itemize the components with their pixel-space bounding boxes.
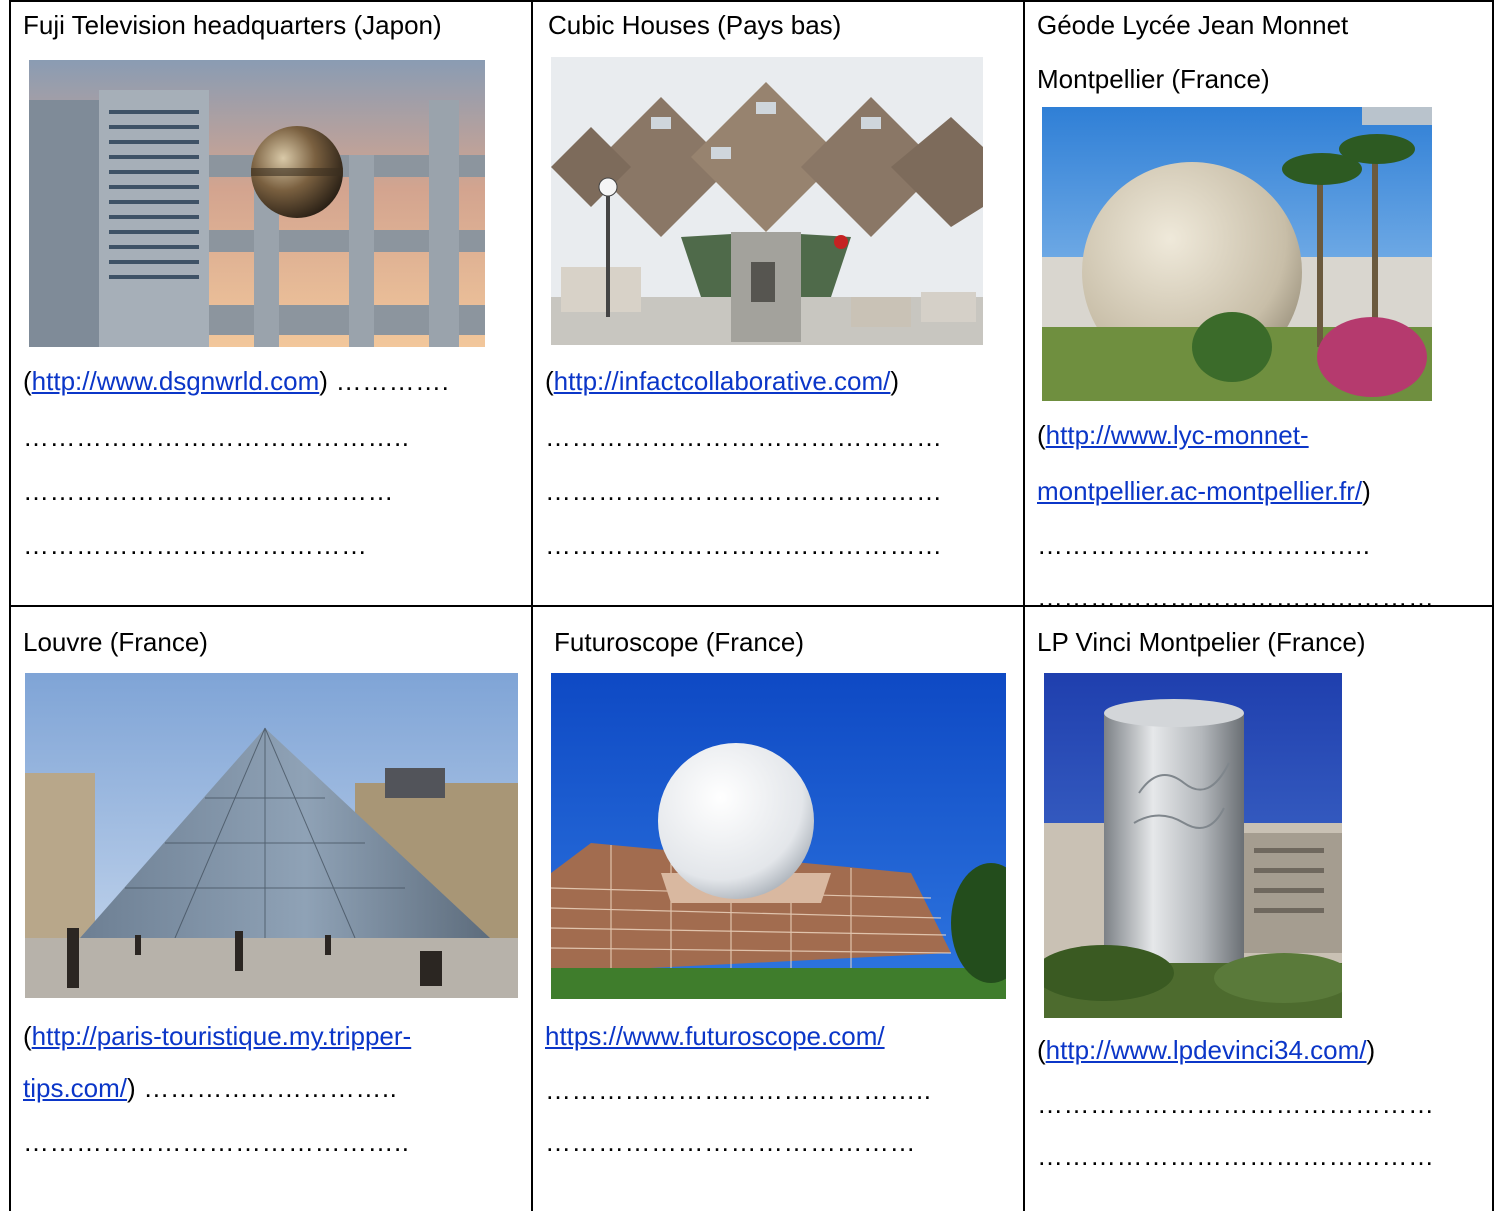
cell-title: Cubic Houses (Pays bas): [548, 10, 842, 40]
source-link[interactable]: montpellier.ac-montpellier.fr/: [1037, 476, 1362, 506]
paren: (: [23, 1021, 32, 1051]
paren: (: [23, 366, 32, 396]
source-link[interactable]: http://www.dsgnwrld.com: [32, 366, 320, 396]
answer-dots: ………….: [327, 366, 450, 396]
answer-line: ………………………………………: [545, 422, 943, 452]
buildings-table: Fuji Television headquarters (Japon) (ht…: [9, 0, 1494, 1211]
answer-line: ………………………………………: [1037, 1089, 1435, 1119]
paren: (: [1037, 1035, 1046, 1065]
answer-line: ……………………………………..: [23, 1127, 410, 1157]
cell-title: Fuji Television headquarters (Japon): [23, 10, 442, 40]
source-link[interactable]: tips.com/: [23, 1073, 127, 1103]
cell-futuroscope: Futuroscope (France) https://www.futuros…: [533, 607, 1023, 1211]
futuroscope-photo: [551, 673, 1006, 999]
cell-title: Géode Lycée Jean Monnet: [1037, 10, 1349, 40]
cell-title: Louvre (France): [23, 627, 208, 657]
cell-lp-vinci: LP Vinci Montpelier (France) (http://www…: [1025, 607, 1494, 1211]
paren: (: [1037, 420, 1046, 450]
source-link[interactable]: http://paris-touristique.my.tripper-: [32, 1021, 412, 1051]
answer-line: ………………………………..: [1037, 530, 1371, 560]
cell-cubic-houses: Cubic Houses (Pays bas) (http://infactco…: [533, 0, 1023, 605]
geode-photo: [1042, 107, 1432, 401]
fuji-tv-photo: [29, 60, 485, 347]
answer-line: ……………………………………..: [545, 1075, 932, 1105]
answer-line: ……………………………………..: [23, 422, 410, 452]
paren: ): [1366, 1035, 1376, 1065]
answer-line: …………………………………: [23, 530, 368, 560]
cell-title: Montpellier (France): [1037, 64, 1270, 94]
cell-geode: Géode Lycée Jean Monnet Montpellier (Fra…: [1025, 0, 1494, 612]
cell-louvre: Louvre (France) (http://paris-touristiqu…: [11, 607, 531, 1211]
cubic-houses-photo: [551, 57, 983, 345]
answer-line: ………………………………………: [545, 476, 943, 506]
paren: ): [890, 366, 900, 396]
answer-line: ………………………………………: [545, 530, 943, 560]
lp-vinci-photo: [1044, 673, 1342, 1018]
louvre-photo: [25, 673, 518, 998]
paren: ): [319, 366, 328, 396]
answer-line: ………………………………………: [1037, 1141, 1435, 1171]
answer-line: ……………………………………: [545, 1127, 916, 1157]
source-link[interactable]: http://www.lpdevinci34.com/: [1046, 1035, 1367, 1065]
paren: ): [1362, 476, 1371, 506]
cell-title: LP Vinci Montpelier (France): [1037, 627, 1366, 657]
source-link[interactable]: https://www.futuroscope.com/: [545, 1021, 885, 1051]
answer-dots: ………………………..: [135, 1073, 398, 1103]
cell-fuji-tv: Fuji Television headquarters (Japon) (ht…: [11, 0, 531, 605]
paren: (: [545, 366, 554, 396]
source-link[interactable]: http://infactcollaborative.com/: [554, 366, 891, 396]
source-link[interactable]: http://www.lyc-monnet-: [1046, 420, 1309, 450]
cell-title: Futuroscope (France): [554, 627, 804, 657]
paren: ): [127, 1073, 136, 1103]
answer-line: ……………………………………: [23, 476, 394, 506]
